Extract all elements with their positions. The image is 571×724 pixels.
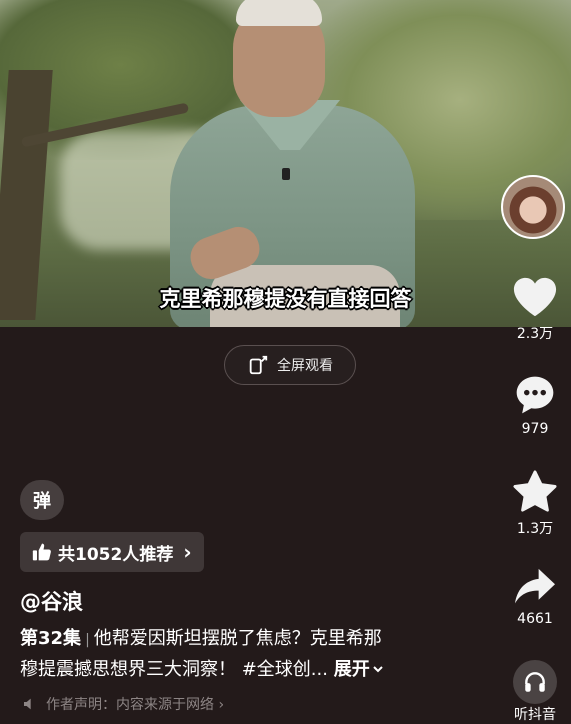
- danmaku-label: 弹: [33, 491, 51, 512]
- lapel-mic: [282, 168, 290, 180]
- danmaku-toggle-button[interactable]: 弹: [20, 480, 64, 520]
- share-arrow-icon: [515, 568, 555, 604]
- post-description: 第32集 | 他帮爱因斯坦摆脱了焦虑？克里希那 穆提震撼思想界三大洞察！ #全球创.…: [20, 624, 490, 685]
- description-line-1: 他帮爱因斯坦摆脱了焦虑？克里希那: [93, 628, 382, 649]
- chevron-right-icon: ›: [183, 540, 192, 564]
- thumbs-up-icon: [32, 543, 51, 561]
- like-button[interactable]: 2.3万: [503, 275, 567, 343]
- statement-text: 作者声明：内容来源于网络 ›: [46, 697, 225, 713]
- chevron-down-icon: [372, 666, 383, 673]
- recommend-label: 共1052人推荐: [58, 544, 174, 565]
- author-statement[interactable]: 作者声明：内容来源于网络 ›: [22, 694, 224, 714]
- favorite-button[interactable]: 1.3万: [503, 470, 567, 538]
- listen-label: 听抖音: [514, 707, 556, 723]
- listen-button[interactable]: 听抖音: [503, 660, 567, 724]
- video-player[interactable]: [0, 0, 571, 327]
- like-count: 2.3万: [516, 326, 554, 342]
- fullscreen-icon: [249, 355, 268, 375]
- description-line-2: 穆提震撼思想界三大洞察！ #全球创...: [20, 659, 328, 680]
- fullscreen-button[interactable]: 全屏观看: [224, 345, 356, 385]
- fullscreen-label: 全屏观看: [277, 358, 333, 374]
- comment-button[interactable]: 979: [503, 373, 567, 437]
- expand-button[interactable]: 展开: [334, 659, 384, 680]
- expand-label: 展开: [333, 659, 370, 680]
- episode-separator: |: [85, 632, 90, 648]
- star-icon: [513, 470, 557, 512]
- comment-count: 979: [521, 421, 549, 437]
- episode-label[interactable]: 第32集: [20, 628, 81, 649]
- share-count: 4661: [517, 611, 553, 627]
- recommend-chip[interactable]: 共1052人推荐 ›: [20, 532, 204, 572]
- author-avatar[interactable]: [501, 175, 565, 239]
- comment-icon: [516, 376, 554, 414]
- speaker-icon: [24, 698, 31, 710]
- video-subtitle: 克里希那穆提没有直接回答: [159, 287, 412, 311]
- headphones-icon: [525, 672, 545, 692]
- share-button[interactable]: 4661: [503, 567, 567, 627]
- speaker-hair: [236, 0, 322, 26]
- heart-icon: [513, 277, 557, 317]
- favorite-count: 1.3万: [516, 521, 554, 537]
- author-handle[interactable]: @谷浪: [20, 586, 83, 616]
